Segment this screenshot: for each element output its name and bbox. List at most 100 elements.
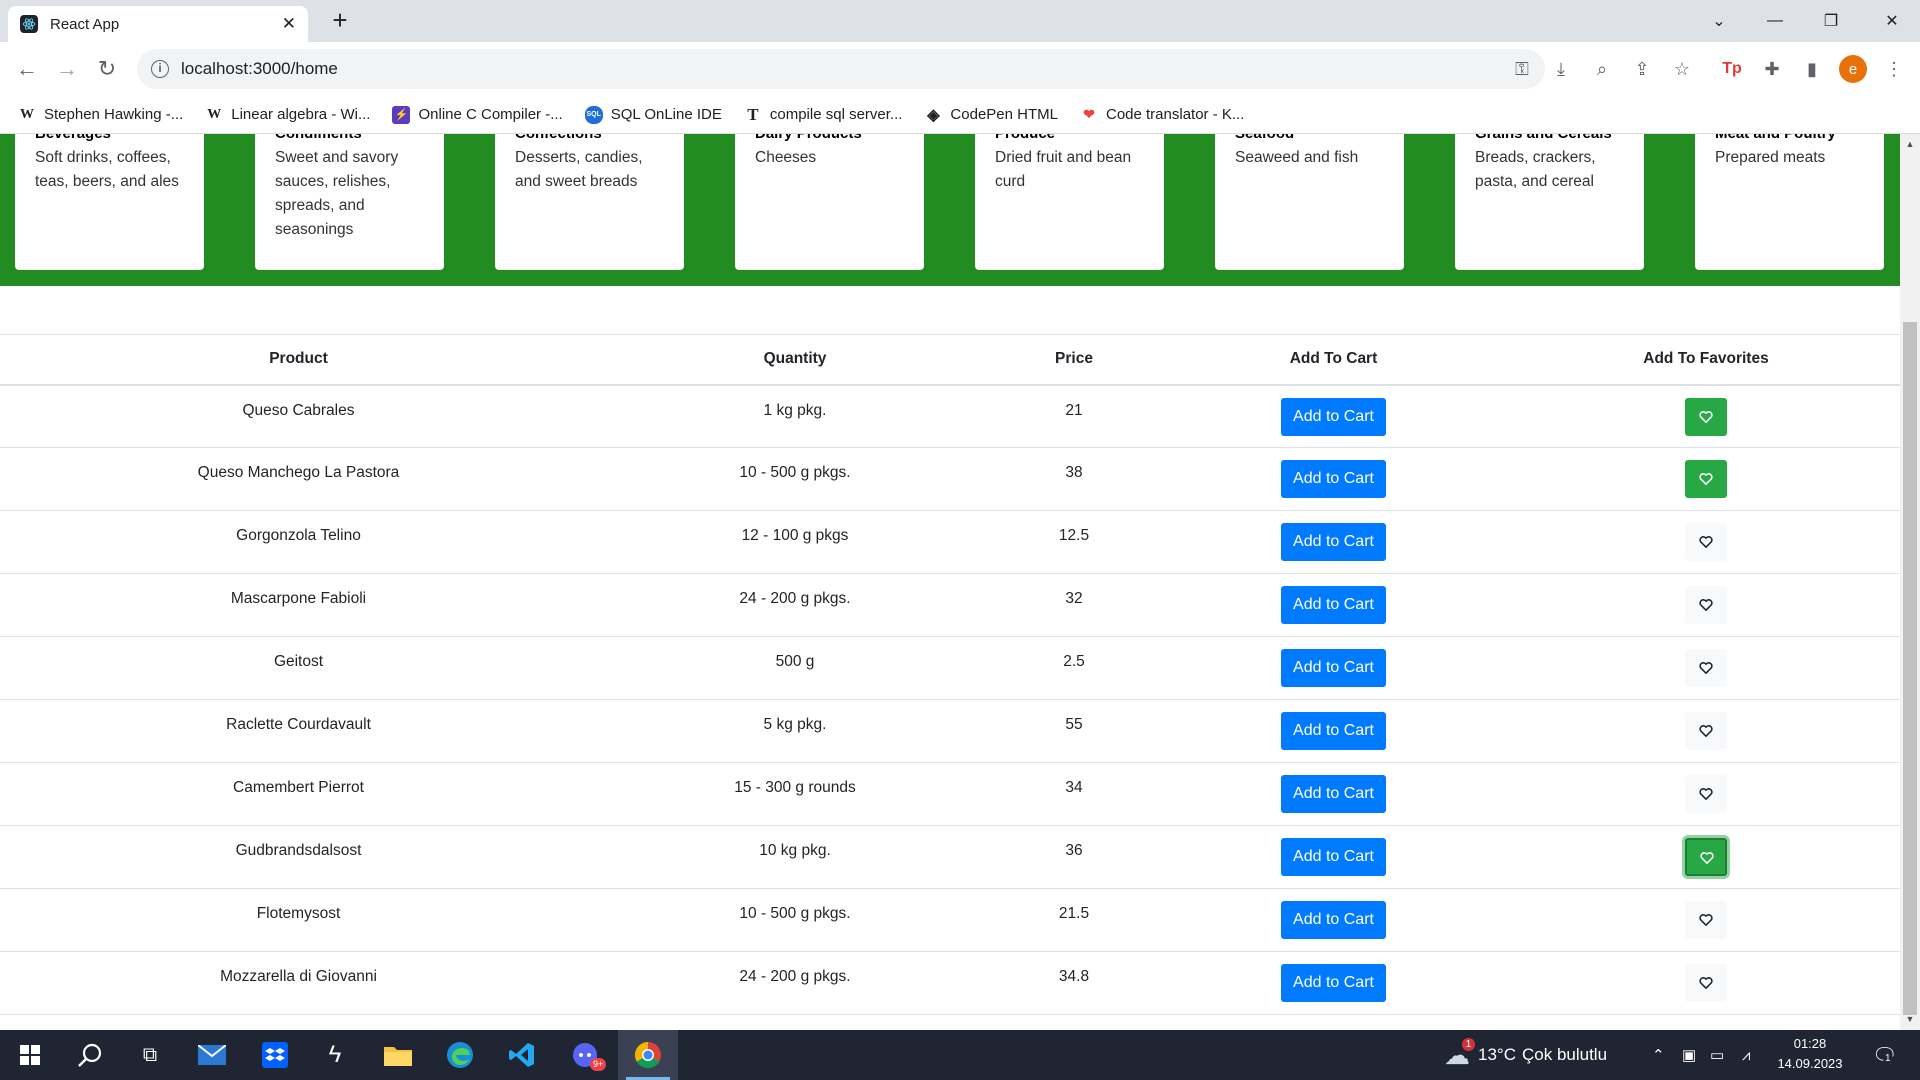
url-text: localhost:3000/home bbox=[181, 59, 338, 78]
category-card[interactable]: Dairy Products Cheeses bbox=[735, 134, 924, 270]
table-row: Mozzarella di Giovanni 24 - 200 g pkgs. 34… bbox=[0, 951, 1900, 1015]
reload-icon[interactable]: ↻ bbox=[91, 53, 123, 85]
chevron-up-icon[interactable]: ⌃ bbox=[1652, 1030, 1665, 1080]
minimize-icon[interactable]: — bbox=[1747, 0, 1803, 42]
share-icon[interactable]: ⇪ bbox=[1628, 55, 1656, 83]
code-translator-icon: ❤ bbox=[1083, 106, 1095, 122]
category-card[interactable]: Seafood Seaweed and fish bbox=[1215, 134, 1404, 270]
menu-kebab-icon[interactable]: ⋮ bbox=[1880, 55, 1908, 83]
extensions-puzzle-icon[interactable]: ✚ bbox=[1758, 55, 1786, 83]
add-to-cart-button[interactable]: Add to Cart bbox=[1281, 712, 1386, 750]
meet-now-icon[interactable]: ▣ bbox=[1682, 1030, 1696, 1080]
add-to-cart-button[interactable]: Add to Cart bbox=[1281, 838, 1386, 876]
vscode-icon[interactable] bbox=[492, 1030, 552, 1080]
product-price: 34.8 bbox=[993, 951, 1155, 1015]
back-icon[interactable]: ← bbox=[11, 53, 43, 85]
system-clock[interactable]: 01:28 14.09.2023 bbox=[1770, 1034, 1850, 1074]
wifi-icon[interactable]: ⩘ bbox=[1742, 1030, 1750, 1080]
scroll-down-icon[interactable]: ▼ bbox=[1900, 1011, 1920, 1028]
header-product: Product bbox=[0, 334, 597, 386]
windows-start-icon[interactable] bbox=[0, 1030, 60, 1080]
bookmark-item[interactable]: W Stephen Hawking -... bbox=[18, 106, 183, 124]
category-card[interactable]: Beverages Soft drinks, coffees, teas, be… bbox=[15, 134, 204, 270]
category-card[interactable]: Confections Desserts, candies, and sweet… bbox=[495, 134, 684, 270]
favorite-cell bbox=[1512, 888, 1900, 952]
lightning-app-icon[interactable]: ϟ bbox=[305, 1030, 365, 1080]
bookmark-item[interactable]: W Linear algebra - Wi... bbox=[205, 106, 370, 124]
sql-cloud-icon: SQL bbox=[584, 105, 603, 124]
tab-close-icon[interactable]: ✕ bbox=[282, 14, 296, 34]
task-view-icon[interactable]: ⧉ bbox=[120, 1030, 180, 1080]
category-card[interactable]: Produce Dried fruit and bean curd bbox=[975, 134, 1164, 270]
bookmark-item[interactable]: Tcompile sql server... bbox=[744, 105, 902, 124]
edge-icon[interactable] bbox=[430, 1030, 490, 1080]
add-to-favorites-button[interactable] bbox=[1685, 838, 1727, 876]
url-input[interactable]: i localhost:3000/home bbox=[137, 49, 1545, 89]
category-card[interactable]: Grains and Cereals Breads, crackers, pas… bbox=[1455, 134, 1644, 270]
browser-tab[interactable]: React App ✕ bbox=[8, 6, 308, 42]
add-to-cart-button[interactable]: Add to Cart bbox=[1281, 964, 1386, 1002]
mail-icon[interactable] bbox=[182, 1030, 242, 1080]
add-to-favorites-button[interactable] bbox=[1685, 775, 1727, 813]
notifications-icon[interactable]: 🗨 1 bbox=[1872, 1030, 1897, 1080]
add-to-favorites-button[interactable] bbox=[1685, 586, 1727, 624]
product-name: Raclette Courdavault bbox=[0, 699, 597, 763]
bookmark-item[interactable]: ◈ CodePen HTML bbox=[924, 106, 1058, 124]
compiler-icon: ⚡ bbox=[392, 105, 411, 124]
side-panel-icon[interactable]: ▮ bbox=[1798, 55, 1826, 83]
discord-icon[interactable]: 9+ bbox=[556, 1030, 616, 1080]
add-to-cart-button[interactable]: Add to Cart bbox=[1281, 460, 1386, 498]
category-description: Dried fruit and bean curd bbox=[995, 149, 1132, 190]
wikipedia-icon: W bbox=[207, 106, 222, 122]
zoom-icon[interactable]: ⌕ bbox=[1588, 55, 1616, 83]
site-info-icon[interactable]: i bbox=[151, 60, 169, 78]
search-icon[interactable] bbox=[60, 1030, 120, 1080]
weather-widget[interactable]: ☁ 1 13°C Çok bulutlu bbox=[1444, 1030, 1607, 1080]
add-to-favorites-button[interactable] bbox=[1685, 712, 1727, 750]
new-tab-icon[interactable]: + bbox=[324, 6, 356, 36]
add-to-favorites-button[interactable] bbox=[1685, 523, 1727, 561]
add-to-cart-button[interactable]: Add to Cart bbox=[1281, 586, 1386, 624]
add-to-favorites-button[interactable] bbox=[1685, 397, 1727, 436]
cart-cell: Add to Cart bbox=[1155, 384, 1512, 448]
add-to-favorites-button[interactable] bbox=[1685, 460, 1727, 498]
bookmark-star-icon[interactable]: ☆ bbox=[1668, 55, 1696, 83]
product-price: 38 bbox=[993, 447, 1155, 511]
category-card[interactable]: Condiments Sweet and savory sauces, reli… bbox=[255, 134, 444, 270]
add-to-cart-button[interactable]: Add to Cart bbox=[1281, 523, 1386, 561]
tab-search-icon[interactable]: ⌄ bbox=[1691, 0, 1747, 42]
category-card[interactable]: Meat and Poultry Prepared meats bbox=[1695, 134, 1884, 270]
dropbox-icon[interactable] bbox=[245, 1030, 305, 1080]
add-to-favorites-button[interactable] bbox=[1685, 964, 1727, 1002]
add-to-cart-button[interactable]: Add to Cart bbox=[1281, 397, 1386, 436]
add-to-cart-button[interactable]: Add to Cart bbox=[1281, 649, 1386, 687]
key-icon[interactable]: ⚿ bbox=[1508, 55, 1536, 83]
table-row: Queso Manchego La Pastora 10 - 500 g pkgs… bbox=[0, 447, 1900, 511]
chrome-icon[interactable] bbox=[618, 1030, 678, 1080]
battery-icon[interactable]: ▭ bbox=[1710, 1030, 1724, 1080]
category-description: Cheeses bbox=[755, 149, 817, 166]
file-explorer-icon[interactable] bbox=[368, 1030, 428, 1080]
bookmark-item[interactable]: SQL SQL OnLine IDE bbox=[584, 105, 722, 124]
products-table: Product Quantity Price Add To Cart Add T… bbox=[0, 334, 1900, 1015]
forward-icon[interactable]: → bbox=[51, 53, 83, 85]
install-icon[interactable]: ⤓ bbox=[1547, 55, 1575, 83]
cart-cell: Add to Cart bbox=[1155, 510, 1512, 574]
close-window-icon[interactable]: ✕ bbox=[1864, 0, 1920, 42]
favorite-cell bbox=[1512, 699, 1900, 763]
extension-tp-icon[interactable]: Tp bbox=[1718, 55, 1746, 83]
bookmark-item[interactable]: ❤ Code translator - K... bbox=[1080, 106, 1244, 124]
weather-text: Çok bulutlu bbox=[1521, 1045, 1608, 1064]
add-to-favorites-button[interactable] bbox=[1685, 901, 1727, 939]
product-name: Queso Cabrales bbox=[0, 384, 597, 448]
bookmark-item[interactable]: ⚡ Online C Compiler -... bbox=[392, 105, 563, 124]
add-to-cart-button[interactable]: Add to Cart bbox=[1281, 901, 1386, 939]
restore-icon[interactable]: ❐ bbox=[1803, 0, 1859, 42]
scroll-up-icon[interactable]: ▲ bbox=[1900, 136, 1920, 153]
scrollbar-thumb[interactable] bbox=[1903, 322, 1917, 1015]
profile-avatar[interactable]: e bbox=[1839, 55, 1867, 83]
add-to-cart-button[interactable]: Add to Cart bbox=[1281, 775, 1386, 813]
add-to-favorites-button[interactable] bbox=[1685, 649, 1727, 687]
categories-band: Beverages Soft drinks, coffees, teas, be… bbox=[0, 134, 1900, 286]
product-quantity: 10 - 500 g pkgs. bbox=[597, 888, 993, 952]
